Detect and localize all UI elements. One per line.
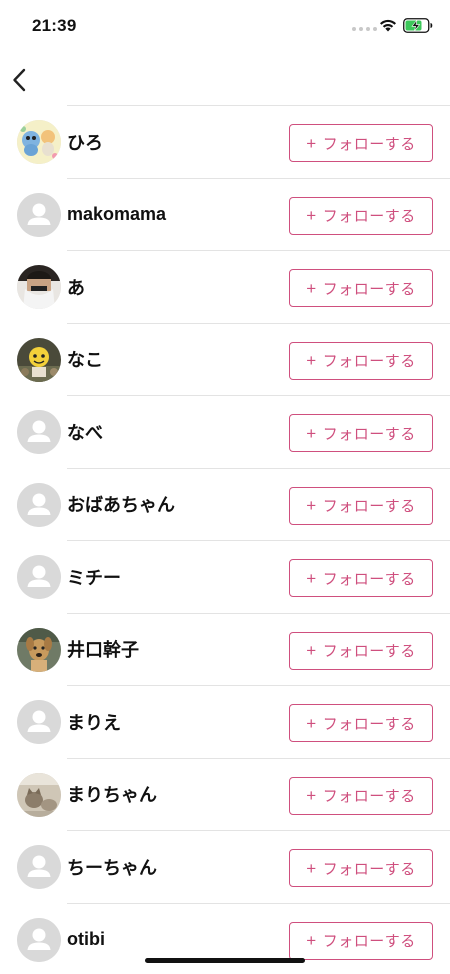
follow-button[interactable]: + フォローする — [289, 341, 433, 380]
nav-bar — [0, 54, 450, 104]
follow-button[interactable]: + フォローする — [289, 269, 433, 307]
follow-button[interactable]: + フォローする — [289, 921, 433, 960]
plus-icon: + — [306, 713, 317, 733]
username[interactable]: 井口幹子 — [67, 636, 139, 662]
follow-button-label: フォローする — [322, 353, 416, 370]
follow-button-label: フォローする — [322, 860, 416, 878]
avatar[interactable] — [17, 772, 61, 817]
username[interactable]: あ — [67, 274, 85, 300]
list-item[interactable]: おばあちゃん + フォローする — [17, 467, 450, 541]
follow-button[interactable]: + フォローする — [289, 559, 433, 597]
follow-button-label: フォローする — [322, 498, 416, 515]
back-button[interactable] — [6, 66, 32, 94]
username[interactable]: makomama — [67, 204, 166, 225]
follow-button-label: フォローする — [322, 570, 416, 588]
username[interactable]: ちーちゃん — [67, 854, 157, 880]
username[interactable]: おばあちゃん — [67, 491, 175, 517]
follow-button-label: フォローする — [322, 135, 416, 153]
default-avatar-icon[interactable] — [17, 410, 61, 454]
username[interactable]: なこ — [67, 346, 103, 372]
status-bar: 21:39 — [0, 0, 450, 54]
plus-icon: + — [306, 641, 317, 660]
list-item[interactable]: 井口幹子 + フォローする — [17, 612, 450, 686]
follow-button[interactable]: + フォローする — [289, 776, 433, 815]
list-item[interactable]: makomama + フォローする — [17, 177, 450, 251]
username[interactable]: otibi — [67, 929, 105, 950]
plus-icon: + — [306, 423, 317, 443]
follow-button-label: フォローする — [322, 208, 416, 225]
username[interactable]: なべ — [67, 419, 103, 445]
follow-button[interactable]: + フォローする — [289, 414, 433, 452]
list-item[interactable]: ちーちゃん + フォローする — [17, 830, 450, 903]
plus-icon: + — [306, 858, 317, 878]
plus-icon: + — [306, 206, 317, 225]
default-avatar-icon[interactable] — [17, 917, 61, 962]
plus-icon: + — [306, 351, 317, 370]
home-indicator — [145, 958, 305, 963]
list-item[interactable]: otibi + フォローする — [17, 902, 450, 974]
list-item[interactable]: まりえ + フォローする — [17, 685, 450, 758]
plus-icon: + — [306, 496, 317, 515]
plus-icon: + — [306, 786, 317, 805]
wifi-icon — [380, 19, 396, 32]
follow-button[interactable]: + フォローする — [289, 631, 433, 670]
plus-icon: + — [306, 133, 317, 153]
follow-button[interactable]: + フォローする — [289, 849, 433, 887]
default-avatar-icon[interactable] — [17, 555, 61, 599]
follow-list: ひろ + フォローする makomama + フォローするあ + フォローする なこ + フォローす… — [0, 105, 450, 974]
plus-icon: + — [306, 278, 317, 298]
follow-button[interactable]: + フォローする — [289, 124, 433, 162]
default-avatar-icon[interactable] — [17, 845, 61, 889]
follow-button[interactable]: + フォローする — [289, 704, 433, 742]
follow-button[interactable]: + フォローする — [289, 486, 433, 525]
username[interactable]: まりちゃん — [67, 781, 157, 807]
list-item[interactable]: ミチー + フォローする — [17, 540, 450, 613]
follow-button-label: フォローする — [322, 933, 416, 950]
list-item[interactable]: ひろ + フォローする — [17, 105, 450, 178]
avatar[interactable] — [17, 265, 61, 309]
list-item[interactable]: あ + フォローする — [17, 250, 450, 323]
follow-button[interactable]: + フォローする — [289, 196, 433, 235]
default-avatar-icon[interactable] — [17, 482, 61, 527]
plus-icon: + — [306, 568, 317, 588]
default-avatar-icon[interactable] — [17, 700, 61, 744]
chevron-left-icon — [13, 68, 26, 92]
username[interactable]: ミチー — [67, 564, 121, 590]
follow-button-label: フォローする — [322, 280, 416, 298]
avatar[interactable] — [17, 120, 61, 164]
cellular-signal-icon — [352, 27, 377, 31]
plus-icon: + — [306, 931, 317, 950]
battery-charging-icon — [403, 18, 433, 33]
follow-button-label: フォローする — [322, 715, 416, 733]
follow-button-label: フォローする — [322, 788, 416, 805]
status-time: 21:39 — [32, 16, 77, 35]
follow-button-label: フォローする — [322, 425, 416, 443]
default-avatar-icon[interactable] — [17, 192, 61, 237]
list-item[interactable]: まりちゃん + フォローする — [17, 757, 450, 831]
avatar[interactable] — [17, 337, 61, 382]
list-item[interactable]: なこ + フォローする — [17, 322, 450, 396]
username[interactable]: ひろ — [67, 129, 103, 155]
username[interactable]: まりえ — [67, 709, 121, 735]
follow-button-label: フォローする — [322, 643, 416, 660]
list-item[interactable]: なべ + フォローする — [17, 395, 450, 468]
avatar[interactable] — [17, 627, 61, 672]
